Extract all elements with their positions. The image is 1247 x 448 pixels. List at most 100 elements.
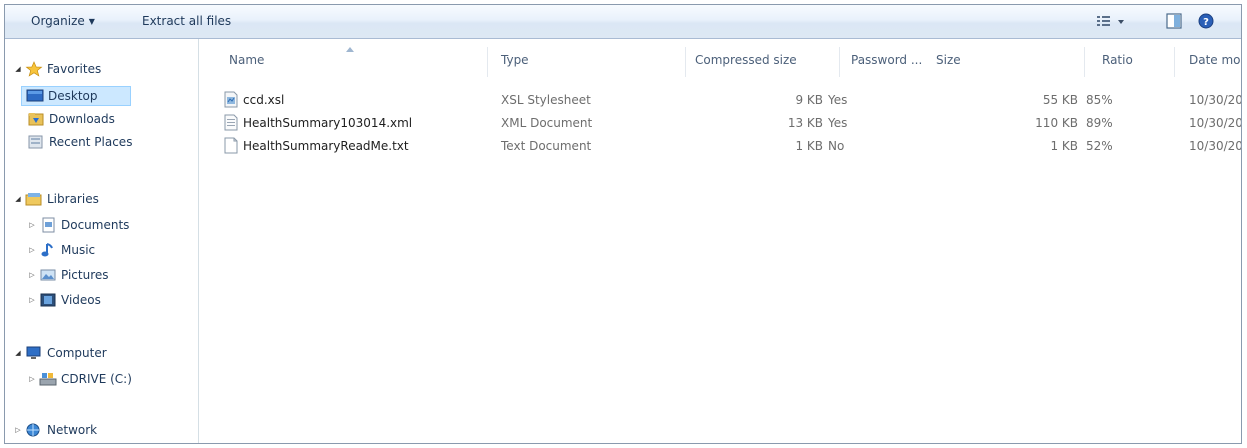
column-header-password[interactable]: Password ... xyxy=(851,53,922,67)
preview-pane-button[interactable] xyxy=(1165,11,1183,31)
downloads-folder-icon xyxy=(28,113,44,126)
file-size: 110 KB xyxy=(1035,116,1078,130)
help-icon: ? xyxy=(1198,13,1214,29)
collapse-arrow-icon[interactable]: ▷ xyxy=(27,246,37,254)
txt-file-icon xyxy=(224,137,238,154)
column-divider[interactable] xyxy=(839,47,840,77)
date-modified: 10/30/20 xyxy=(1189,116,1242,130)
column-header-date-modified[interactable]: Date mo xyxy=(1189,53,1241,67)
expand-arrow-icon[interactable]: ◢ xyxy=(13,349,23,357)
explorer-window: Organize ▼ Extract all files ? ◢ Favorit… xyxy=(4,4,1242,444)
column-header-label: Size xyxy=(936,53,961,67)
column-header-ratio[interactable]: Ratio xyxy=(1102,53,1133,67)
password-protected: No xyxy=(828,139,845,153)
star-icon xyxy=(25,61,43,77)
nav-computer[interactable]: ◢ Computer xyxy=(13,343,107,363)
column-header-label: Compressed size xyxy=(695,53,797,67)
nav-item-videos[interactable]: ▷ Videos xyxy=(27,290,101,310)
videos-icon xyxy=(40,293,56,307)
nav-label: Pictures xyxy=(61,268,109,282)
file-name: HealthSummaryReadMe.txt xyxy=(243,139,409,153)
file-type: XSL Stylesheet xyxy=(501,93,591,107)
nav-item-cdrive[interactable]: ▷ CDRIVE (C:) xyxy=(27,369,132,389)
nav-network[interactable]: ▷ Network xyxy=(13,420,97,440)
column-divider[interactable] xyxy=(487,47,488,77)
file-list: Name Type Compressed size Password ... S… xyxy=(199,39,1241,443)
recent-places-icon xyxy=(28,135,43,149)
table-row[interactable]: ccd.xsl XSL Stylesheet 9 KB Yes 55 KB 85… xyxy=(223,90,1241,110)
nav-item-downloads[interactable]: Downloads xyxy=(25,109,115,129)
column-divider[interactable] xyxy=(1174,47,1175,77)
column-header-label: Ratio xyxy=(1102,53,1133,67)
nav-label: Network xyxy=(47,423,98,437)
nav-label: Computer xyxy=(47,346,107,360)
collapse-arrow-icon[interactable]: ▷ xyxy=(27,221,37,229)
network-icon xyxy=(26,423,40,437)
pictures-icon xyxy=(40,269,56,281)
compression-ratio: 89% xyxy=(1086,116,1113,130)
expand-arrow-icon[interactable]: ◢ xyxy=(13,65,23,73)
nav-item-recent-places[interactable]: Recent Places xyxy=(25,132,132,152)
desktop-icon xyxy=(26,89,44,102)
libraries-icon xyxy=(25,193,42,206)
organize-button[interactable]: Organize ▼ xyxy=(31,14,95,28)
dropdown-arrow-icon: ▼ xyxy=(88,17,95,26)
table-row[interactable]: HealthSummary103014.xml XML Document 13 … xyxy=(223,113,1241,133)
collapse-arrow-icon[interactable]: ▷ xyxy=(27,296,37,304)
view-options-icon xyxy=(1097,16,1124,26)
nav-libraries[interactable]: ◢ Libraries xyxy=(13,189,99,209)
column-divider[interactable] xyxy=(1084,47,1085,77)
navigation-pane: ◢ Favorites Desktop Downloads Recent Pla… xyxy=(5,39,199,443)
sort-ascending-icon xyxy=(346,47,354,52)
nav-label: Libraries xyxy=(47,192,99,206)
file-name: ccd.xsl xyxy=(243,93,285,107)
nav-item-desktop[interactable]: Desktop xyxy=(21,86,131,106)
nav-label: Videos xyxy=(61,293,101,307)
collapse-arrow-icon[interactable]: ▷ xyxy=(27,375,37,383)
extract-all-files-button[interactable]: Extract all files xyxy=(142,14,231,28)
nav-label: Downloads xyxy=(49,112,115,126)
music-icon xyxy=(41,243,53,257)
column-divider[interactable] xyxy=(685,47,686,77)
nav-item-documents[interactable]: ▷ Documents xyxy=(27,215,129,235)
compression-ratio: 52% xyxy=(1086,139,1113,153)
change-view-button[interactable] xyxy=(1093,11,1129,31)
file-size: 1 KB xyxy=(1050,139,1078,153)
nav-favorites[interactable]: ◢ Favorites xyxy=(13,59,101,79)
collapse-arrow-icon[interactable]: ▷ xyxy=(13,426,23,434)
extract-label: Extract all files xyxy=(142,14,232,28)
column-header-compressed-size[interactable]: Compressed size xyxy=(695,53,797,67)
file-name: HealthSummary103014.xml xyxy=(243,116,413,130)
nav-label: Desktop xyxy=(48,89,98,103)
organize-label: Organize xyxy=(31,14,85,28)
date-modified: 10/30/20 xyxy=(1189,93,1242,107)
expand-arrow-icon[interactable]: ◢ xyxy=(13,195,23,203)
nav-label: CDRIVE (C:) xyxy=(61,372,132,386)
nav-item-music[interactable]: ▷ Music xyxy=(27,240,95,260)
file-type: XML Document xyxy=(501,116,593,130)
table-row[interactable]: HealthSummaryReadMe.txt Text Document 1 … xyxy=(223,136,1241,156)
password-protected: Yes xyxy=(828,116,848,130)
column-header-name[interactable]: Name xyxy=(229,53,264,67)
compressed-size: 1 KB xyxy=(795,139,823,153)
compressed-size: 13 KB xyxy=(787,116,823,130)
nav-label: Music xyxy=(61,243,96,257)
column-header-type[interactable]: Type xyxy=(501,53,529,67)
nav-item-pictures[interactable]: ▷ Pictures xyxy=(27,265,109,285)
date-modified: 10/30/20 xyxy=(1189,139,1242,153)
documents-icon xyxy=(42,217,55,233)
compressed-size: 9 KB xyxy=(795,93,823,107)
collapse-arrow-icon[interactable]: ▷ xyxy=(27,271,37,279)
nav-label: Documents xyxy=(61,218,130,232)
password-protected: Yes xyxy=(828,93,848,107)
xsl-file-icon xyxy=(224,91,238,108)
column-header-label: Date mo xyxy=(1189,53,1241,67)
svg-text:?: ? xyxy=(1203,17,1209,28)
column-header-size[interactable]: Size xyxy=(936,53,961,67)
column-header-label: Type xyxy=(501,53,529,67)
help-button[interactable]: ? xyxy=(1197,11,1215,31)
file-type: Text Document xyxy=(501,139,592,153)
nav-label: Recent Places xyxy=(49,135,133,149)
computer-icon xyxy=(26,346,41,359)
file-size: 55 KB xyxy=(1042,93,1078,107)
